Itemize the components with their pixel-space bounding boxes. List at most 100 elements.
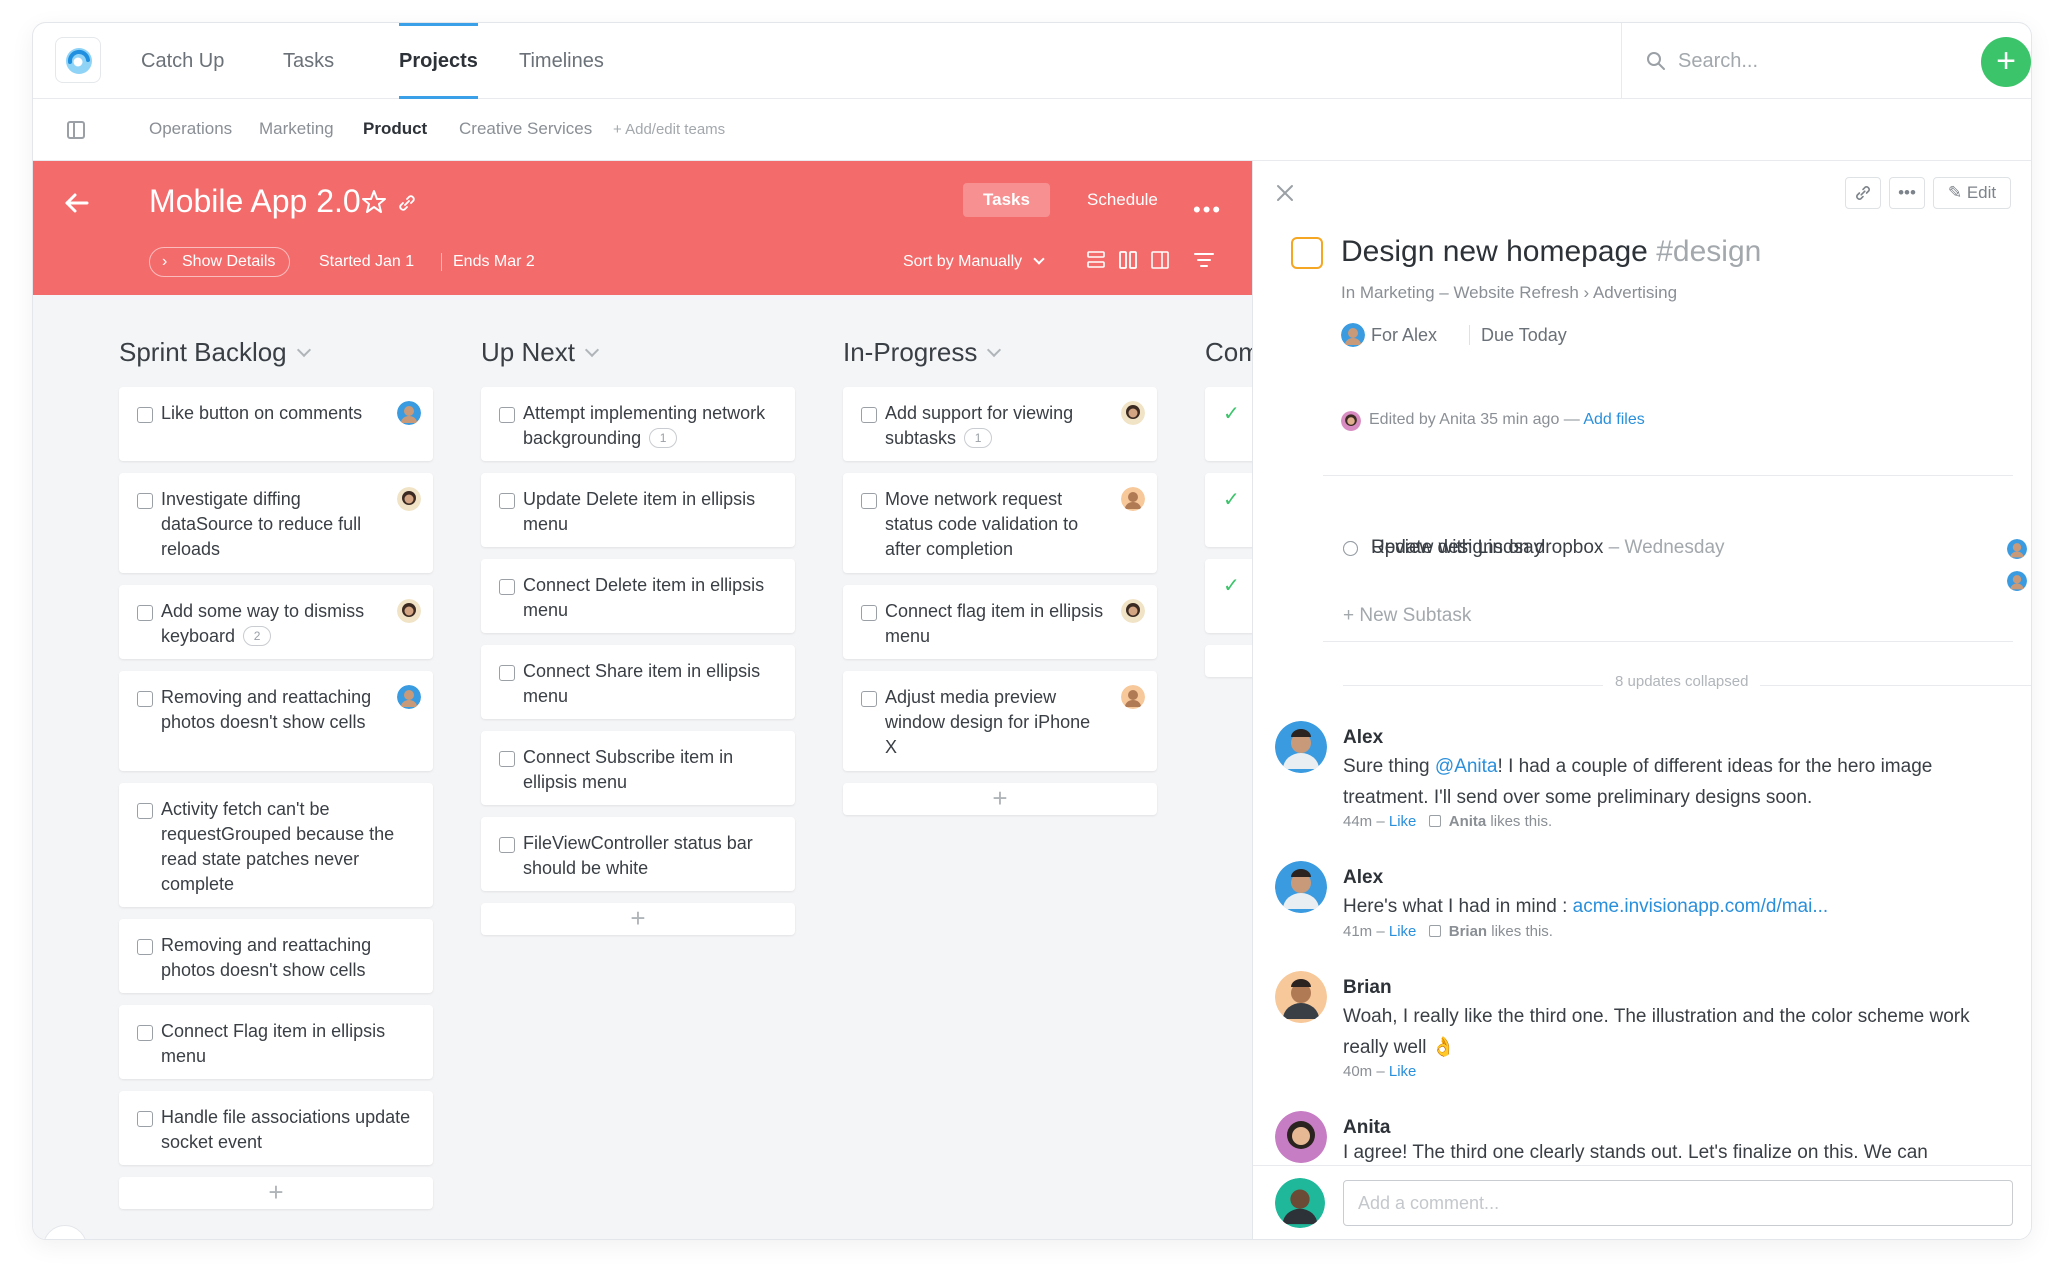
task-checkbox[interactable] (137, 803, 153, 819)
subtask-checkbox[interactable] (1343, 541, 1358, 556)
board-view-icon[interactable] (1117, 249, 1139, 271)
comment-author[interactable]: Alex (1343, 867, 1383, 889)
task-more-button[interactable]: ••• (1889, 177, 1925, 209)
task-card[interactable]: Adjust media preview window design for i… (843, 671, 1157, 771)
task-card[interactable]: Removing and reattaching photos doesn't … (119, 919, 433, 993)
team-product[interactable]: Product (363, 119, 427, 139)
avatar (397, 599, 421, 623)
task-checkbox[interactable] (137, 691, 153, 707)
task-checkbox[interactable] (137, 605, 153, 621)
nav-tab-projects[interactable]: Projects (379, 23, 498, 99)
task-card[interactable]: Removing and reattaching photos doesn't … (119, 671, 433, 771)
task-checkbox[interactable] (137, 939, 153, 955)
task-checkbox[interactable] (861, 691, 877, 707)
task-card[interactable]: FileViewController status bar should be … (481, 817, 795, 891)
task-complete-checkbox[interactable] (1291, 237, 1323, 269)
task-tag[interactable]: #design (1656, 235, 1761, 268)
search-input[interactable] (1678, 43, 1938, 79)
task-card[interactable]: Connect Flag item in ellipsis menu (119, 1005, 433, 1079)
task-card[interactable]: Connect Delete item in ellipsis menu (481, 559, 795, 633)
task-checkbox[interactable] (137, 407, 153, 423)
split-view-icon[interactable] (1149, 249, 1171, 271)
task-checkbox[interactable] (137, 493, 153, 509)
task-card[interactable]: Handle file associations update socket e… (119, 1091, 433, 1165)
task-checkbox[interactable] (499, 751, 515, 767)
task-checkbox[interactable] (137, 1025, 153, 1041)
due-date[interactable]: Due Today (1481, 325, 1567, 346)
app-logo[interactable] (55, 37, 101, 83)
task-breadcrumb[interactable]: In Marketing – Website Refresh › Adverti… (1341, 283, 1677, 303)
comment-author[interactable]: Alex (1343, 727, 1383, 749)
collapsed-updates[interactable]: 8 updates collapsed (1603, 673, 1761, 690)
column-title-in-progress[interactable]: In-Progress (843, 337, 1002, 368)
add-card-button[interactable]: + (119, 1177, 433, 1209)
task-card[interactable]: Attempt implementing network backgroundi… (481, 387, 795, 461)
like-button[interactable]: Like (1389, 923, 1417, 940)
nav-tab-catch-up[interactable]: Catch Up (121, 23, 244, 99)
add-new-button[interactable]: + (1981, 37, 2031, 87)
link-icon[interactable] (397, 193, 417, 213)
task-checkbox[interactable] (861, 493, 877, 509)
filter-icon[interactable] (1193, 249, 1215, 271)
team-operations[interactable]: Operations (149, 119, 232, 139)
list-view-icon[interactable] (1085, 249, 1107, 271)
column-title-sprint-backlog[interactable]: Sprint Backlog (119, 337, 311, 368)
assignee-label[interactable]: For Alex (1371, 325, 1437, 346)
back-arrow-icon[interactable] (63, 189, 91, 217)
subtask-item[interactable]: Review with Lindsay (1343, 537, 2023, 563)
task-checkbox[interactable] (499, 493, 515, 509)
thumbs-up-icon (1428, 815, 1441, 827)
add-files-link[interactable]: Add files (1583, 411, 1644, 428)
task-card[interactable]: Investigate diffing dataSource to reduce… (119, 473, 433, 573)
task-card[interactable]: Add some way to dismiss keyboard 2 (119, 585, 433, 659)
task-card-completed[interactable]: ✓ (1205, 559, 1252, 633)
task-checkbox[interactable] (137, 1111, 153, 1127)
comment-link[interactable]: acme.invisionapp.com/d/mai... (1573, 896, 1829, 917)
view-tab-tasks[interactable]: Tasks (963, 183, 1050, 217)
add-edit-teams-link[interactable]: + Add/edit teams (613, 121, 725, 138)
like-button[interactable]: Like (1389, 813, 1417, 830)
task-checkbox[interactable] (499, 665, 515, 681)
avatar (397, 487, 421, 511)
add-card-button[interactable]: + (843, 783, 1157, 815)
nav-tab-timelines[interactable]: Timelines (499, 23, 624, 99)
task-card[interactable]: Connect Subscribe item in ellipsis menu (481, 731, 795, 805)
task-checkbox[interactable] (499, 837, 515, 853)
task-card[interactable]: Like button on comments (119, 387, 433, 461)
task-checkbox[interactable] (499, 579, 515, 595)
task-card-completed[interactable]: ✓ (1205, 387, 1252, 461)
add-card-button[interactable]: + (481, 903, 795, 935)
comment-author[interactable]: Brian (1343, 977, 1392, 999)
task-card[interactable]: Connect flag item in ellipsis menu (843, 585, 1157, 659)
sidebar-toggle-icon[interactable] (67, 121, 85, 139)
copy-link-button[interactable] (1845, 177, 1881, 209)
close-icon[interactable] (1275, 183, 1295, 203)
comment-author[interactable]: Anita (1343, 1117, 1391, 1139)
task-checkbox[interactable] (861, 407, 877, 423)
task-card[interactable]: Activity fetch can't be requestGrouped b… (119, 783, 433, 907)
show-details-button[interactable]: › Show Details (149, 247, 291, 277)
sort-dropdown[interactable]: Sort by Manually (903, 253, 1045, 271)
comment-input[interactable] (1343, 1180, 2013, 1226)
column-title-up-next[interactable]: Up Next (481, 337, 599, 368)
task-checkbox[interactable] (861, 605, 877, 621)
task-checkbox[interactable] (499, 407, 515, 423)
task-card[interactable] (1205, 645, 1252, 677)
edit-button[interactable]: ✎ Edit (1933, 177, 2011, 209)
new-subtask-button[interactable]: + New Subtask (1343, 605, 1471, 627)
task-card[interactable]: Connect Share item in ellipsis menu (481, 645, 795, 719)
team-creative-services[interactable]: Creative Services (459, 119, 592, 139)
task-card[interactable]: Add support for viewing subtasks 1 (843, 387, 1157, 461)
mention-link[interactable]: @Anita (1435, 756, 1498, 777)
like-button[interactable]: Like (1389, 1063, 1417, 1080)
project-more-button[interactable]: ••• (1193, 197, 1222, 223)
column-title-completed[interactable]: Com (1205, 337, 1252, 368)
task-card-completed[interactable]: ✓ (1205, 473, 1252, 547)
nav-tab-tasks[interactable]: Tasks (263, 23, 354, 99)
view-tab-schedule[interactable]: Schedule (1067, 183, 1178, 217)
team-marketing[interactable]: Marketing (259, 119, 334, 139)
star-icon[interactable] (361, 189, 387, 215)
bottom-toolbar-handle[interactable] (43, 1225, 87, 1239)
task-card[interactable]: Update Delete item in ellipsis menu (481, 473, 795, 547)
task-card[interactable]: Move network request status code validat… (843, 473, 1157, 573)
